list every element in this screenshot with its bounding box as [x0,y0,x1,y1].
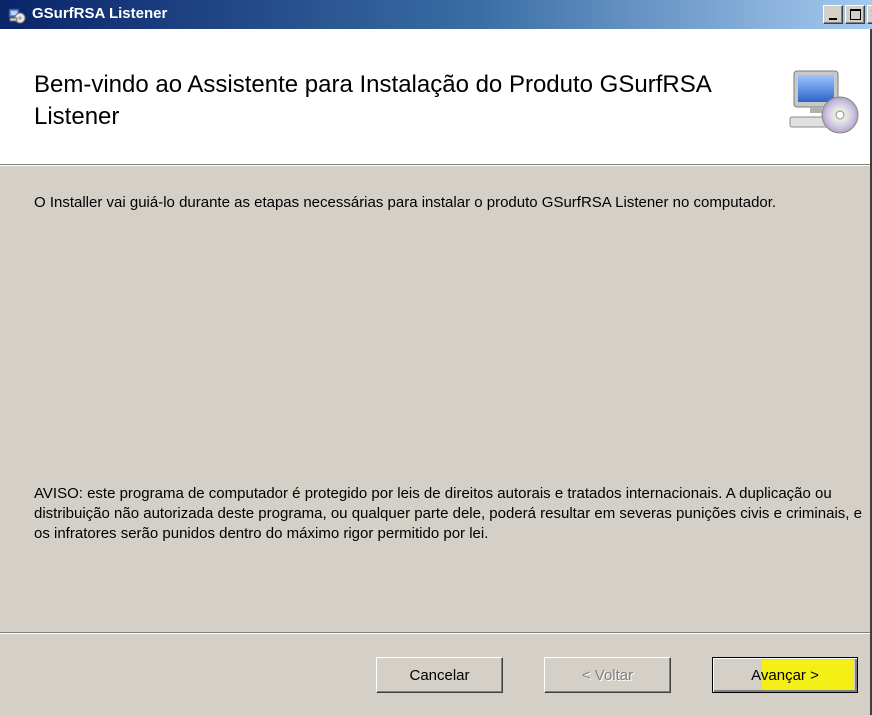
header-banner: Bem-vindo ao Assistente para Instalação … [0,29,872,164]
window-title: GSurfRSA Listener [32,5,168,22]
installer-app-icon [8,8,26,24]
title-bar[interactable]: GSurfRSA Listener × [0,0,872,29]
close-button[interactable]: × [867,5,872,24]
cancel-button-label: Cancelar [409,666,470,684]
page-title: Bem-vindo ao Assistente para Instalação … [34,71,711,130]
maximize-icon [850,9,861,20]
back-button[interactable]: < Voltar [544,657,671,693]
next-button-label: Avançar > [751,666,819,684]
intro-text: O Installer vai guiá-lo durante as etapa… [34,194,777,211]
back-button-label: < Voltar [581,666,634,684]
minimize-icon [829,18,837,20]
minimize-button[interactable] [823,5,843,24]
next-button[interactable]: Avançar > [712,657,858,693]
copyright-warning: AVISO: este programa de computador é pro… [34,485,862,542]
computer-cd-icon [789,70,859,134]
cancel-button[interactable]: Cancelar [376,657,503,693]
maximize-button[interactable] [845,5,865,24]
header-divider-highlight [0,165,872,166]
footer-divider-highlight [0,633,872,634]
installer-window: GSurfRSA Listener × Bem-vindo ao Assiste… [0,0,872,715]
